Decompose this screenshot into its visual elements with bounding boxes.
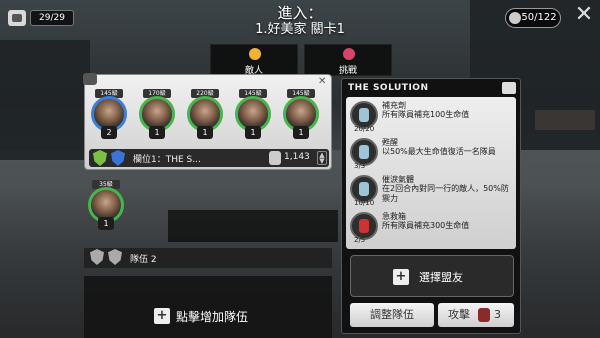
select-ally-label: 選擇盟友 xyxy=(419,271,463,284)
add-team-area[interactable]: + 點擊增加隊伍 xyxy=(84,276,332,338)
list-item[interactable]: 2/5 急救箱 所有隊員補充300生命值 xyxy=(350,210,512,246)
hero-stars: 2 xyxy=(101,126,117,139)
team-badge-icon xyxy=(83,73,97,85)
hero-slot-2[interactable]: 170級 1 xyxy=(137,89,177,141)
select-ally-button[interactable]: + 選擇盟友 xyxy=(350,255,514,297)
expand-icon[interactable]: ▲ ▼ xyxy=(317,151,327,165)
team-power: 1,143 xyxy=(284,152,310,162)
shield-icon xyxy=(90,249,104,265)
shield-icon xyxy=(111,150,125,166)
hero-slot-3[interactable]: 220級 1 xyxy=(185,89,225,141)
item-count: 20/20 xyxy=(354,125,375,133)
background-debris xyxy=(535,110,595,130)
hero-slot-4[interactable]: 145級 1 xyxy=(233,89,273,141)
team-2-strip xyxy=(168,210,338,242)
hero-stars: 1 xyxy=(245,126,261,139)
keys-counter: 50/122 xyxy=(505,8,561,28)
attack-button[interactable]: 攻擊 3 xyxy=(438,303,514,327)
item-count: 10/10 xyxy=(354,199,375,207)
lightning-icon xyxy=(249,48,261,60)
power-icon xyxy=(269,151,281,165)
shield-icon xyxy=(108,249,122,265)
team-close-icon[interactable]: ✕ xyxy=(318,77,328,87)
team-2-hero[interactable]: 35級 1 xyxy=(86,180,126,234)
hero-stars: 1 xyxy=(149,126,165,139)
tab-challenge[interactable]: 挑戰 xyxy=(304,44,392,76)
item-desc: 在2回合內對同一行的敵人，50%防禦力 xyxy=(382,184,509,203)
panel-title: THE SOLUTION xyxy=(348,83,429,93)
edit-icon[interactable] xyxy=(502,82,516,94)
items-list: 20/20 補充劑 所有隊員補充100生命值 3/3 甦醒 以50%最大生命值復… xyxy=(346,97,516,249)
team-1-footer: 欄位1：THE S... 1,143 ▲ ▼ xyxy=(89,149,329,167)
background-building-left xyxy=(0,40,90,160)
target-icon xyxy=(343,48,355,60)
tab-challenge-label: 挑戰 xyxy=(338,66,357,76)
attack-energy-icon xyxy=(478,308,490,322)
list-item[interactable]: 10/10 催淚氣體 在2回合內對同一行的敵人，50%防禦力 xyxy=(350,173,512,209)
attack-label: 攻擊 xyxy=(448,308,470,321)
team-2-banner[interactable]: 隊伍 2 xyxy=(84,248,332,268)
tab-enemies[interactable]: 敵人 xyxy=(210,44,298,76)
item-count: 2/5 xyxy=(354,236,366,244)
close-icon[interactable]: ✕ xyxy=(573,4,595,26)
plus-icon: + xyxy=(154,308,170,324)
shield-icon xyxy=(93,150,107,166)
hero-stars: 1 xyxy=(293,126,309,139)
team-slot-label: 欄位1：THE S... xyxy=(133,155,201,165)
item-desc: 所有隊員補充100生命值 xyxy=(382,110,470,119)
team-1-card[interactable]: ✕ 145級 2 170級 1 220級 1 145級 1 145級 1 欄位1… xyxy=(83,73,332,170)
adjust-team-button[interactable]: 調整隊伍 xyxy=(350,303,434,327)
keys-value: 50/122 xyxy=(521,12,557,23)
plus-icon: + xyxy=(393,269,409,285)
hero-slot-1[interactable]: 145級 2 xyxy=(89,89,129,141)
team-2-label: 隊伍 2 xyxy=(130,255,157,265)
item-count: 3/3 xyxy=(354,162,366,170)
key-icon xyxy=(509,12,521,24)
list-item[interactable]: 20/20 補充劑 所有隊員補充100生命值 xyxy=(350,99,512,135)
hero-slot-5[interactable]: 145級 1 xyxy=(281,89,321,141)
hero-stars: 1 xyxy=(98,217,114,230)
add-team-button[interactable]: + 點擊增加隊伍 xyxy=(154,308,248,324)
item-desc: 以50%最大生命值復活一名隊員 xyxy=(382,147,496,156)
add-team-label: 點擊增加隊伍 xyxy=(176,309,249,324)
attack-cost: 3 xyxy=(494,308,501,321)
hero-stars: 1 xyxy=(197,126,213,139)
solution-panel: THE SOLUTION 20/20 補充劑 所有隊員補充100生命值 3/3 … xyxy=(341,78,521,334)
item-desc: 所有隊員補充300生命值 xyxy=(382,221,470,230)
list-item[interactable]: 3/3 甦醒 以50%最大生命值復活一名隊員 xyxy=(350,136,512,172)
